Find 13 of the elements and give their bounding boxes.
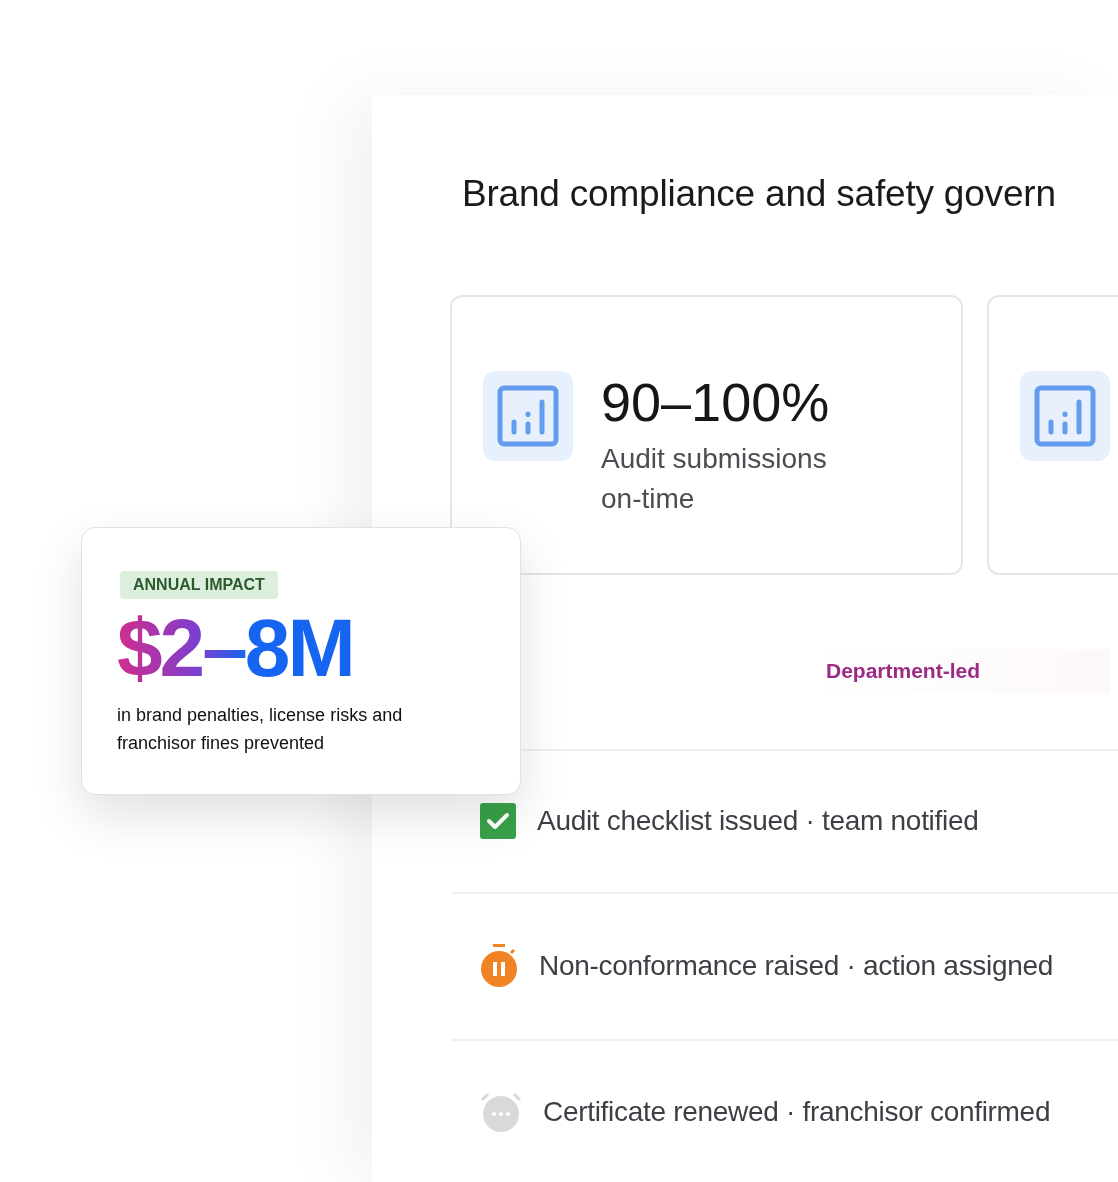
metric-label: Audit submissions on-time: [601, 442, 828, 516]
alarm-clock-icon: [480, 1091, 522, 1132]
metric-value: 90–100%: [601, 375, 831, 429]
status-text: Certificate renewed · franchisor confirmed: [543, 1095, 1051, 1128]
chart-icon: [496, 384, 560, 448]
stopwatch-pause-icon: [480, 944, 518, 989]
status-text: Audit checklist issued · team notified: [537, 805, 979, 838]
impact-badge: ANNUAL IMPACT: [120, 571, 278, 599]
chart-icon: [1033, 384, 1097, 448]
status-text: Non-conformance raised · action assigned: [539, 950, 1054, 983]
checkbox-checked-icon: [480, 803, 516, 840]
impact-description: in brand penalties, license risks and franchisor fines prevented: [117, 704, 404, 755]
panel-title: Brand compliance and safety govern: [462, 173, 1057, 215]
